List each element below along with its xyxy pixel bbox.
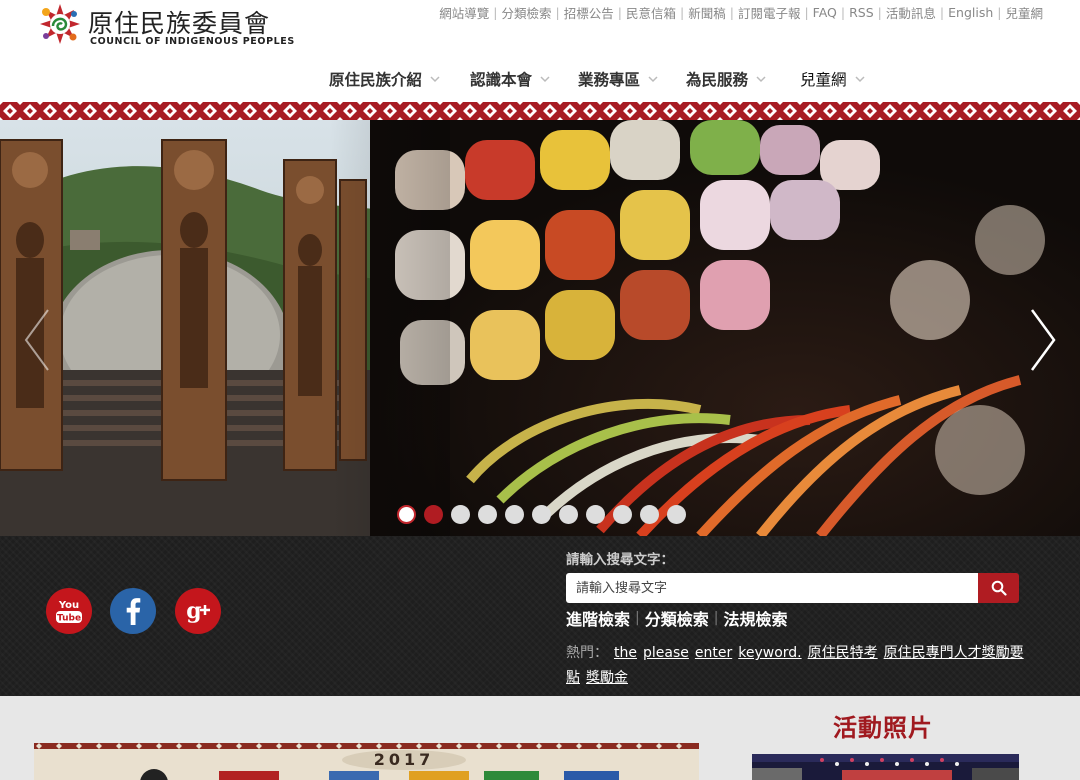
link-rss[interactable]: RSS <box>849 5 874 20</box>
youtube-icon: You Tube <box>46 588 92 634</box>
link-newsletter[interactable]: 訂閱電子報 <box>738 3 801 22</box>
carousel-dot[interactable] <box>559 505 578 524</box>
google-plus-icon: g <box>175 588 221 634</box>
carousel-prev-button[interactable] <box>18 300 58 380</box>
chevron-down-icon <box>646 72 660 86</box>
tribal-pattern-band <box>0 102 1080 120</box>
chevron-down-icon <box>428 72 442 86</box>
link-english[interactable]: English <box>948 5 993 20</box>
link-faq[interactable]: FAQ <box>813 5 837 20</box>
banner-image: 2017 <box>34 743 699 780</box>
nav-about-council[interactable]: 認識本會 <box>470 68 552 90</box>
link-press-releases[interactable]: 新聞稿 <box>688 3 726 22</box>
nav-public-service[interactable]: 為民服務 <box>686 68 768 90</box>
logo-name-english: COUNCIL OF INDIGENOUS PEOPLES <box>90 36 295 47</box>
search-label: 請輸入搜尋文字： <box>566 552 674 568</box>
carousel-next-button[interactable] <box>1022 300 1062 380</box>
hot-keyword-link[interactable]: 獎勵金 <box>586 670 628 686</box>
carousel-slide-image <box>0 120 1080 536</box>
divider: | <box>729 5 734 20</box>
chevron-right-icon <box>1030 309 1056 371</box>
hot-keyword-link[interactable]: keyword. <box>738 645 801 661</box>
logo-name-chinese: 原住民族委員會 <box>88 9 271 38</box>
carousel-dot[interactable] <box>478 505 497 524</box>
carousel-dot[interactable] <box>424 505 443 524</box>
divider: | <box>939 5 945 20</box>
youtube-link[interactable]: You Tube <box>46 588 92 634</box>
divider: | <box>877 5 882 20</box>
hot-keyword-link[interactable]: please <box>643 645 689 661</box>
divider: | <box>804 5 809 20</box>
chevron-left-icon <box>24 309 49 371</box>
carousel-dot[interactable] <box>667 505 686 524</box>
hot-keywords: 熱門： the please enter keyword. 原住民特考 原住民專門人才獎勵要… <box>566 641 1026 691</box>
facebook-icon <box>110 588 156 634</box>
carousel-dot[interactable] <box>532 505 551 524</box>
nav-label: 認識本會 <box>470 71 533 89</box>
nav-label: 兒童網 <box>800 71 847 89</box>
logo-emblem-icon <box>40 4 80 44</box>
link-public-mailbox[interactable]: 民意信箱 <box>626 3 676 22</box>
hot-keyword-link[interactable]: enter <box>695 645 732 661</box>
facebook-link[interactable] <box>110 588 156 634</box>
nav-label: 為民服務 <box>686 71 749 89</box>
carousel-indicators <box>397 505 694 524</box>
featured-banner[interactable]: 2017 <box>34 743 699 780</box>
chevron-down-icon <box>754 72 768 86</box>
search-button[interactable] <box>978 573 1019 603</box>
utility-links: 網站導覽 | 分類檢索 | 招標公告 | 民意信箱 | 新聞稿 | 訂閱電子報 | FAQ |… <box>439 3 1043 22</box>
divider: | <box>493 5 498 20</box>
advanced-search-links: 進階檢索 | 分類檢索 | 法規檢索 <box>566 606 787 630</box>
link-category-search[interactable]: 分類檢索 <box>502 3 552 22</box>
divider: | <box>635 610 640 626</box>
carousel-dot[interactable] <box>397 505 416 524</box>
nav-indigenous-intro[interactable]: 原住民族介紹 <box>329 68 442 90</box>
divider: | <box>997 5 1002 20</box>
carousel-dot[interactable] <box>505 505 524 524</box>
banner-year: 2017 <box>374 750 435 769</box>
search-input[interactable] <box>566 573 978 603</box>
activity-photo-image <box>752 754 1019 780</box>
nav-business[interactable]: 業務專區 <box>578 68 660 90</box>
svg-text:g: g <box>186 598 201 624</box>
regulation-search-link[interactable]: 法規檢索 <box>723 606 787 630</box>
carousel-dot[interactable] <box>451 505 470 524</box>
hot-keyword-link[interactable]: the <box>614 645 637 661</box>
link-sitemap[interactable]: 網站導覽 <box>439 3 489 22</box>
search-icon <box>991 580 1007 596</box>
nav-kids[interactable]: 兒童網 <box>800 68 867 90</box>
nav-label: 業務專區 <box>578 71 641 89</box>
nav-label: 原住民族介紹 <box>329 71 423 89</box>
link-tenders[interactable]: 招標公告 <box>564 3 614 22</box>
divider: | <box>840 5 846 20</box>
divider: | <box>555 5 560 20</box>
chevron-down-icon <box>538 72 552 86</box>
carousel-dot[interactable] <box>613 505 632 524</box>
site-header: 原住民族委員會 COUNCIL OF INDIGENOUS PEOPLES 網站… <box>0 0 1080 102</box>
hero-carousel <box>0 120 1080 536</box>
svg-text:Tube: Tube <box>57 614 81 624</box>
chevron-down-icon <box>853 72 867 86</box>
advanced-search-link[interactable]: 進階檢索 <box>566 606 630 630</box>
divider: | <box>713 610 719 626</box>
link-events[interactable]: 活動訊息 <box>886 3 936 22</box>
hot-keyword-link[interactable]: 原住民特考 <box>808 645 878 661</box>
svg-text:You: You <box>58 600 79 611</box>
main-navigation: 原住民族介紹 認識本會 業務專區 為民服務 兒童網 <box>0 68 1080 94</box>
carousel-dot[interactable] <box>640 505 659 524</box>
divider: | <box>679 5 685 20</box>
site-logo[interactable]: 原住民族委員會 COUNCIL OF INDIGENOUS PEOPLES <box>34 0 294 52</box>
link-kids[interactable]: 兒童網 <box>1005 3 1043 22</box>
divider: | <box>617 5 622 20</box>
activity-photo-thumbnail[interactable] <box>752 754 1019 780</box>
google-plus-link[interactable]: g <box>175 588 221 634</box>
category-search-link[interactable]: 分類檢索 <box>645 606 709 630</box>
hot-keywords-label: 熱門： <box>566 645 608 661</box>
activity-photos-title: 活動照片 <box>833 714 933 742</box>
carousel-dot[interactable] <box>586 505 605 524</box>
